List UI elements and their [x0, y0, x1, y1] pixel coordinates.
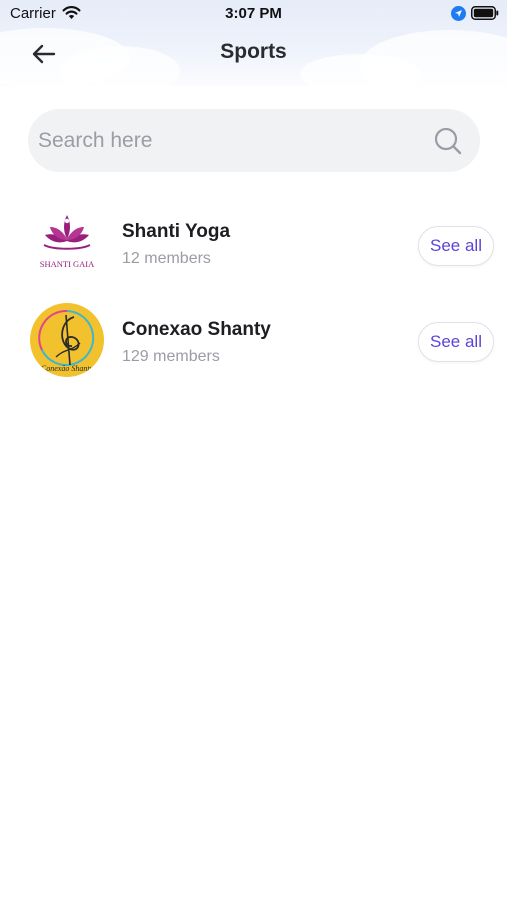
group-avatar: SHANTI GAIA: [30, 205, 104, 279]
page-title: Sports: [220, 40, 287, 63]
group-name: Shanti Yoga: [122, 221, 231, 242]
lotus-logo: SHANTI GAIA: [40, 215, 95, 269]
logo-text: Conexão Shanty: [41, 364, 94, 373]
status-time: 3:07 PM: [225, 5, 282, 22]
spiral-logo: Conexão Shanty: [32, 304, 102, 374]
group-members-count: 129 members: [122, 348, 220, 365]
search-icon[interactable]: [433, 126, 463, 156]
group-name: Conexao Shanty: [122, 319, 271, 340]
group-list-item[interactable]: SHANTI GAIA Shanti Yoga 12 members See a…: [0, 205, 507, 285]
see-all-button[interactable]: See all: [418, 322, 494, 362]
group-list-item[interactable]: Conexão Shanty Conexao Shanty 129 member…: [0, 303, 507, 383]
group-members-count: 12 members: [122, 250, 211, 267]
status-bar: Carrier 3:07 PM: [0, 0, 507, 28]
logo-text: SHANTI GAIA: [40, 259, 95, 269]
see-all-button[interactable]: See all: [418, 226, 494, 266]
search-bar[interactable]: [28, 109, 480, 172]
location-icon: [451, 6, 466, 21]
battery-icon: [471, 6, 499, 20]
search-input[interactable]: [38, 109, 428, 172]
group-avatar: Conexão Shanty: [30, 303, 104, 377]
